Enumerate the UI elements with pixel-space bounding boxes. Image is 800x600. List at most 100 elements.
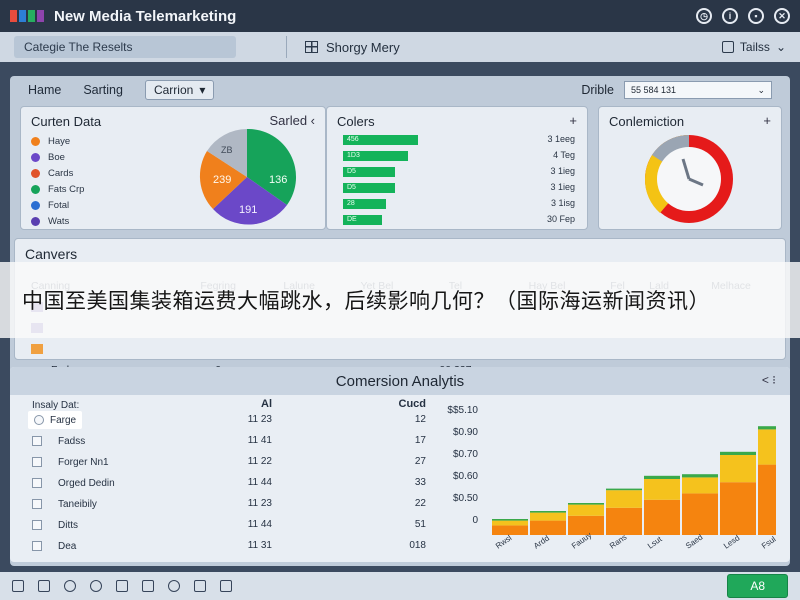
mic-icon[interactable] [220, 580, 232, 592]
sound-icon[interactable] [194, 580, 206, 592]
y-tick-label: $$5.10 [447, 405, 478, 416]
list-item[interactable]: Forger Nn1 [32, 453, 109, 471]
summary-label[interactable]: Shorgy Mery [326, 40, 400, 55]
list-item[interactable]: Orged Dedin [32, 474, 115, 492]
legend-dot [31, 216, 40, 226]
bar-fill: 1D3 [343, 151, 408, 161]
col-header: Cucd [398, 398, 427, 410]
legend-dot [31, 152, 40, 162]
table-cell [683, 338, 779, 359]
logo-block [28, 10, 35, 22]
legend-label: Haye [48, 135, 71, 147]
x-tick-label: Ardd [532, 534, 551, 551]
logo-block [10, 10, 17, 22]
analytics-tools[interactable]: < ⁝ [762, 373, 776, 387]
app-logo [10, 10, 44, 22]
card-title: Curten Data [31, 114, 102, 129]
table-cell [175, 338, 261, 359]
bar-row: 1D3 [343, 151, 408, 161]
bar-value: 3 1isg [550, 198, 575, 208]
bar-segment [758, 429, 776, 465]
value-cell: 12 [414, 414, 426, 425]
checkbox[interactable] [32, 520, 42, 530]
nav-sorting[interactable]: Sarting [83, 83, 123, 97]
legend-item: Wats [31, 213, 84, 229]
value-cell: 11 23 [247, 498, 272, 509]
bar-segment [606, 488, 642, 491]
bar-value: 3 1ieg [550, 166, 575, 176]
doc-icon[interactable] [142, 580, 154, 592]
bar-segment [492, 520, 528, 526]
bar-value: 3 1eeg [547, 134, 575, 144]
file-icon[interactable] [12, 580, 24, 592]
bar-row: 456 [343, 135, 418, 145]
table-row[interactable] [31, 338, 779, 359]
legend-item: Boe [31, 149, 84, 165]
sort-action[interactable]: Sarled ‹ [269, 113, 315, 128]
info-icon[interactable]: i [722, 8, 738, 24]
pie-label: 136 [269, 174, 287, 186]
chevron-down-icon: ⌄ [757, 84, 765, 95]
nav-home[interactable]: Hame [28, 83, 61, 97]
tools-label: Tailss [739, 40, 770, 54]
list-item[interactable]: Farge [28, 411, 83, 429]
table-cell [337, 338, 416, 359]
window-controls: ◷ i ▪ ✕ [696, 8, 790, 24]
title-bar: New Media Telemarketing ◷ i ▪ ✕ [0, 0, 800, 32]
date-input[interactable]: 55 584 131 ⌄ [624, 81, 772, 99]
logo-block [37, 10, 44, 22]
checkbox[interactable] [32, 457, 42, 467]
table-cell [261, 338, 337, 359]
x-tick-label: Rans [608, 533, 628, 551]
add-button[interactable]: + [569, 113, 577, 128]
value-cell: 11 31 [247, 540, 272, 551]
legend-label: Fats Crp [48, 183, 85, 195]
chevron-down-icon: ⌄ [775, 40, 786, 54]
checkbox[interactable] [32, 436, 42, 446]
list-item[interactable]: Fadss [32, 432, 85, 450]
lock-icon[interactable]: ▪ [748, 8, 764, 24]
bar-segment [530, 520, 566, 535]
list-item[interactable]: Dea [32, 537, 76, 555]
x-tick-label: Lsut [646, 534, 664, 550]
checkbox[interactable] [32, 541, 42, 551]
checkbox[interactable] [34, 415, 44, 425]
legend-dot [31, 184, 40, 194]
divider [286, 36, 287, 58]
link-icon[interactable] [168, 580, 180, 592]
list-item[interactable]: Taneibily [32, 495, 97, 513]
checkbox[interactable] [32, 499, 42, 509]
tools-menu[interactable]: Tailss ⌄ [721, 40, 786, 54]
plus-icon[interactable] [116, 580, 128, 592]
value-cell: 018 [409, 540, 426, 551]
legend-item: Haye [31, 133, 84, 149]
legend-label: Cards [48, 167, 74, 179]
value-cell: 11 41 [247, 435, 272, 446]
date-filter: Drible 55 584 131 ⌄ [581, 81, 772, 99]
close-icon[interactable]: ✕ [774, 8, 790, 24]
bar-segment [606, 490, 642, 508]
checkbox[interactable] [32, 478, 42, 488]
clock-icon[interactable]: ◷ [696, 8, 712, 24]
legend-label: Fotal [48, 199, 70, 211]
dot-icon[interactable] [90, 580, 102, 592]
bar-segment [682, 474, 718, 478]
grid-icon [305, 41, 318, 53]
stacked-bar-chart: Rwsl Ardd Fauuy Rans Lsut Saed Lesd Fsul [492, 426, 776, 551]
bar-fill: 28 [343, 199, 386, 209]
x-tick-label: Rwsl [494, 533, 514, 550]
chat-icon[interactable] [64, 580, 76, 592]
list-label: Farge [50, 414, 77, 426]
status-bar: A8 [0, 572, 800, 600]
breadcrumb[interactable]: Categie The Reselts [14, 36, 236, 58]
grid-icon[interactable] [38, 580, 50, 592]
value-cell: 11 22 [247, 456, 272, 467]
primary-action-button[interactable]: A8 [727, 574, 788, 598]
view-select[interactable]: Carrion ▾ [144, 80, 215, 100]
add-button[interactable]: + [763, 113, 771, 128]
table-cell [635, 338, 683, 359]
analytics-header: Comersion Analytis < ⁝ [10, 367, 790, 395]
analytics-title: Comersion Analytis [335, 373, 465, 390]
list-item[interactable]: Ditts [32, 516, 78, 534]
bar-segment [644, 479, 680, 500]
